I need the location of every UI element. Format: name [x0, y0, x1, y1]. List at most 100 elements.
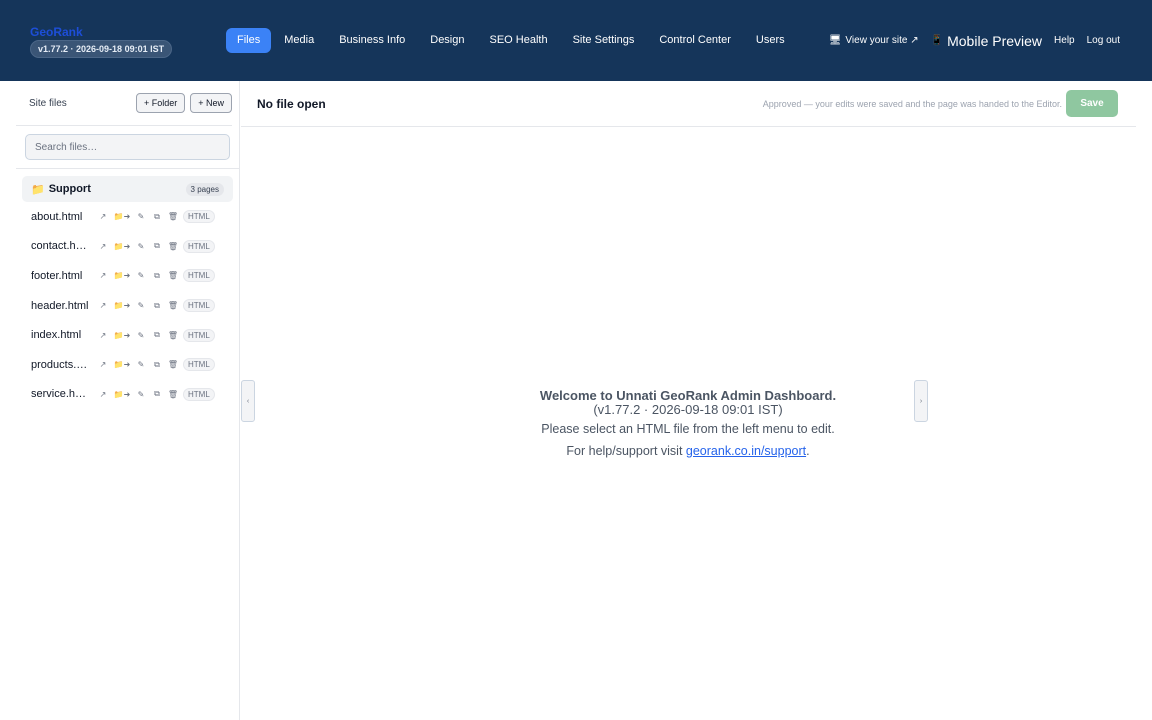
file-name[interactable]: products.html [31, 359, 89, 371]
file-row[interactable]: products.html ↗📁➜✎⧉🗑HTML [22, 350, 233, 380]
move-to-folder-icon[interactable]: 📁➜ [111, 331, 133, 340]
file-name[interactable]: header.html [31, 300, 89, 312]
open-file-title: No file open [257, 97, 326, 111]
duplicate-icon[interactable]: ⧉ [149, 360, 165, 370]
move-to-folder-icon[interactable]: 📁➜ [111, 301, 133, 310]
collapse-left-button[interactable]: ‹ [241, 380, 255, 422]
file-name[interactable]: about.html [31, 211, 89, 223]
nav-control-center[interactable]: Control Center [647, 28, 743, 53]
save-button[interactable]: Save [1066, 90, 1118, 117]
delete-icon[interactable]: 🗑 [165, 331, 181, 340]
open-external-icon[interactable]: ↗ [95, 212, 111, 221]
delete-icon[interactable]: 🗑 [165, 360, 181, 369]
rename-icon[interactable]: ✎ [133, 360, 149, 369]
add-folder-button[interactable]: + Folder [135, 93, 186, 113]
rename-icon[interactable]: ✎ [133, 331, 149, 340]
open-external-icon[interactable]: ↗ [95, 360, 111, 369]
nav-design[interactable]: Design [418, 28, 476, 53]
file-type-badge: HTML [183, 269, 215, 283]
nav-site-settings[interactable]: Site Settings [561, 28, 647, 53]
file-type-badge: HTML [183, 239, 215, 253]
delete-icon[interactable]: 🗑 [165, 242, 181, 251]
duplicate-icon[interactable]: ⧉ [149, 301, 165, 311]
help-suffix: . [806, 444, 810, 458]
editor-header: No file open Approved — your edits were … [241, 81, 1136, 127]
file-type-badge: HTML [183, 358, 215, 372]
open-external-icon[interactable]: ↗ [95, 390, 111, 399]
add-new-button[interactable]: + New [190, 93, 232, 113]
help-prefix: For help/support visit [566, 444, 686, 458]
file-row[interactable]: index.html ↗ 📁➜ ✎ ⧉ 🗑 HTML [22, 320, 233, 350]
nav-seo-health[interactable]: SEO Health [478, 28, 560, 53]
brand: GeoRank v1.77.2 · 2026-09-18 09:01 IST [30, 26, 173, 58]
delete-icon[interactable]: 🗑 [165, 212, 181, 221]
editor-area: No file open Approved — your edits were … [241, 81, 1152, 720]
file-row[interactable]: service.html ↗ 📁➜ ✎ ⧉ 🗑 HTML [22, 380, 233, 410]
open-external-icon[interactable]: ↗ [95, 271, 111, 280]
move-to-folder-icon[interactable]: 📁➜ [111, 271, 133, 280]
view-site-link[interactable]: 🖥 View your site ↗ [829, 35, 919, 46]
welcome-instruction: Please select an HTML file from the left… [541, 422, 835, 436]
file-name[interactable]: footer.html [31, 270, 89, 282]
open-external-icon[interactable]: ↗ [95, 242, 111, 251]
welcome-message: Welcome to Unnati GeoRank Admin Dashboar… [441, 388, 935, 461]
nav-business-info[interactable]: Business Info [327, 28, 417, 53]
file-sidebar: Site files + Folder + New 📁 Support 3 pa… [0, 81, 240, 720]
file-row[interactable]: footer.html ↗ 📁➜ ✎ ⧉ 🗑 HTML [22, 261, 233, 291]
welcome-title: Welcome to Unnati GeoRank Admin Dashboar… [539, 388, 837, 403]
welcome-help: For help/support visit georank.co.in/sup… [441, 441, 935, 461]
file-row[interactable]: about.html ↗ 📁➜ ✎ ⧉ 🗑 HTML [22, 202, 233, 232]
folder-support[interactable]: 📁 Support 3 pages [22, 176, 233, 202]
help-link[interactable]: Help [1054, 35, 1075, 46]
move-to-folder-icon[interactable]: 📁➜ [111, 242, 133, 251]
delete-icon[interactable]: 🗑 [165, 301, 181, 310]
duplicate-icon[interactable]: ⧉ [149, 330, 165, 340]
rename-icon[interactable]: ✎ [133, 390, 149, 399]
support-link[interactable]: georank.co.in/support [686, 444, 806, 458]
sidebar-divider [16, 168, 240, 169]
file-name[interactable]: index.html [31, 329, 89, 341]
open-external-icon[interactable]: ↗ [95, 301, 111, 310]
file-type-badge: HTML [183, 299, 215, 313]
duplicate-icon[interactable]: ⧉ [149, 389, 165, 399]
header-links: 🖥 View your site ↗ 📱 Mobile Preview Help… [817, 28, 1120, 53]
delete-icon[interactable]: 🗑 [165, 390, 181, 399]
nav-files[interactable]: Files [226, 28, 272, 53]
duplicate-icon[interactable]: ⧉ [149, 271, 165, 281]
save-status: Approved — your edits were saved and the… [762, 99, 1062, 109]
top-bar: GeoRank v1.77.2 · 2026-09-18 09:01 IST F… [0, 0, 1152, 81]
move-to-folder-icon[interactable]: 📁➜ [111, 390, 133, 399]
logout-link[interactable]: Log out [1087, 35, 1120, 46]
file-list: about.html ↗ 📁➜ ✎ ⧉ 🗑 HTML contact.html ↗ 📁➜ ✎ ⧉ 🗑 HT… [22, 202, 233, 409]
rename-icon[interactable]: ✎ [133, 242, 149, 251]
search-input[interactable] [25, 134, 230, 160]
file-name[interactable]: service.html [31, 388, 89, 400]
view-site-label: View your site ↗ [845, 35, 919, 46]
nav-media[interactable]: Media [272, 28, 326, 53]
file-type-badge: HTML [183, 328, 215, 342]
version-badge: v1.77.2 · 2026-09-18 09:01 IST [30, 40, 173, 58]
open-external-icon[interactable]: ↗ [95, 331, 111, 340]
rename-icon[interactable]: ✎ [133, 271, 149, 280]
file-type-badge: HTML [183, 387, 215, 401]
sidebar-header: Site files + Folder + New [16, 81, 232, 126]
brand-name[interactable]: GeoRank [30, 26, 172, 39]
rename-icon[interactable]: ✎ [133, 301, 149, 310]
file-row[interactable]: header.html ↗ 📁➜ ✎ ⧉ 🗑 HTML [22, 291, 233, 321]
folder-name: Support [48, 183, 91, 195]
folder-icon: 📁 [31, 183, 45, 196]
welcome-version: (v1.77.2 · 2026-09-18 09:01 IST) [593, 402, 783, 417]
move-to-folder-icon[interactable]: 📁➜ [111, 360, 133, 369]
mobile-preview-link[interactable]: 📱 Mobile Preview [931, 33, 1042, 49]
rename-icon[interactable]: ✎ [133, 212, 149, 221]
duplicate-icon[interactable]: ⧉ [149, 241, 165, 251]
file-row[interactable]: contact.html ↗ 📁➜ ✎ ⧉ 🗑 HTML [22, 232, 233, 262]
nav-users[interactable]: Users [744, 28, 797, 53]
phone-icon: 📱 [930, 35, 944, 46]
duplicate-icon[interactable]: ⧉ [149, 212, 165, 222]
monitor-icon: 🖥 [828, 35, 842, 46]
file-name[interactable]: contact.html [31, 240, 89, 252]
move-to-folder-icon[interactable]: 📁➜ [111, 212, 133, 221]
delete-icon[interactable]: 🗑 [165, 271, 181, 280]
folder-count-badge: 3 pages [185, 182, 224, 196]
